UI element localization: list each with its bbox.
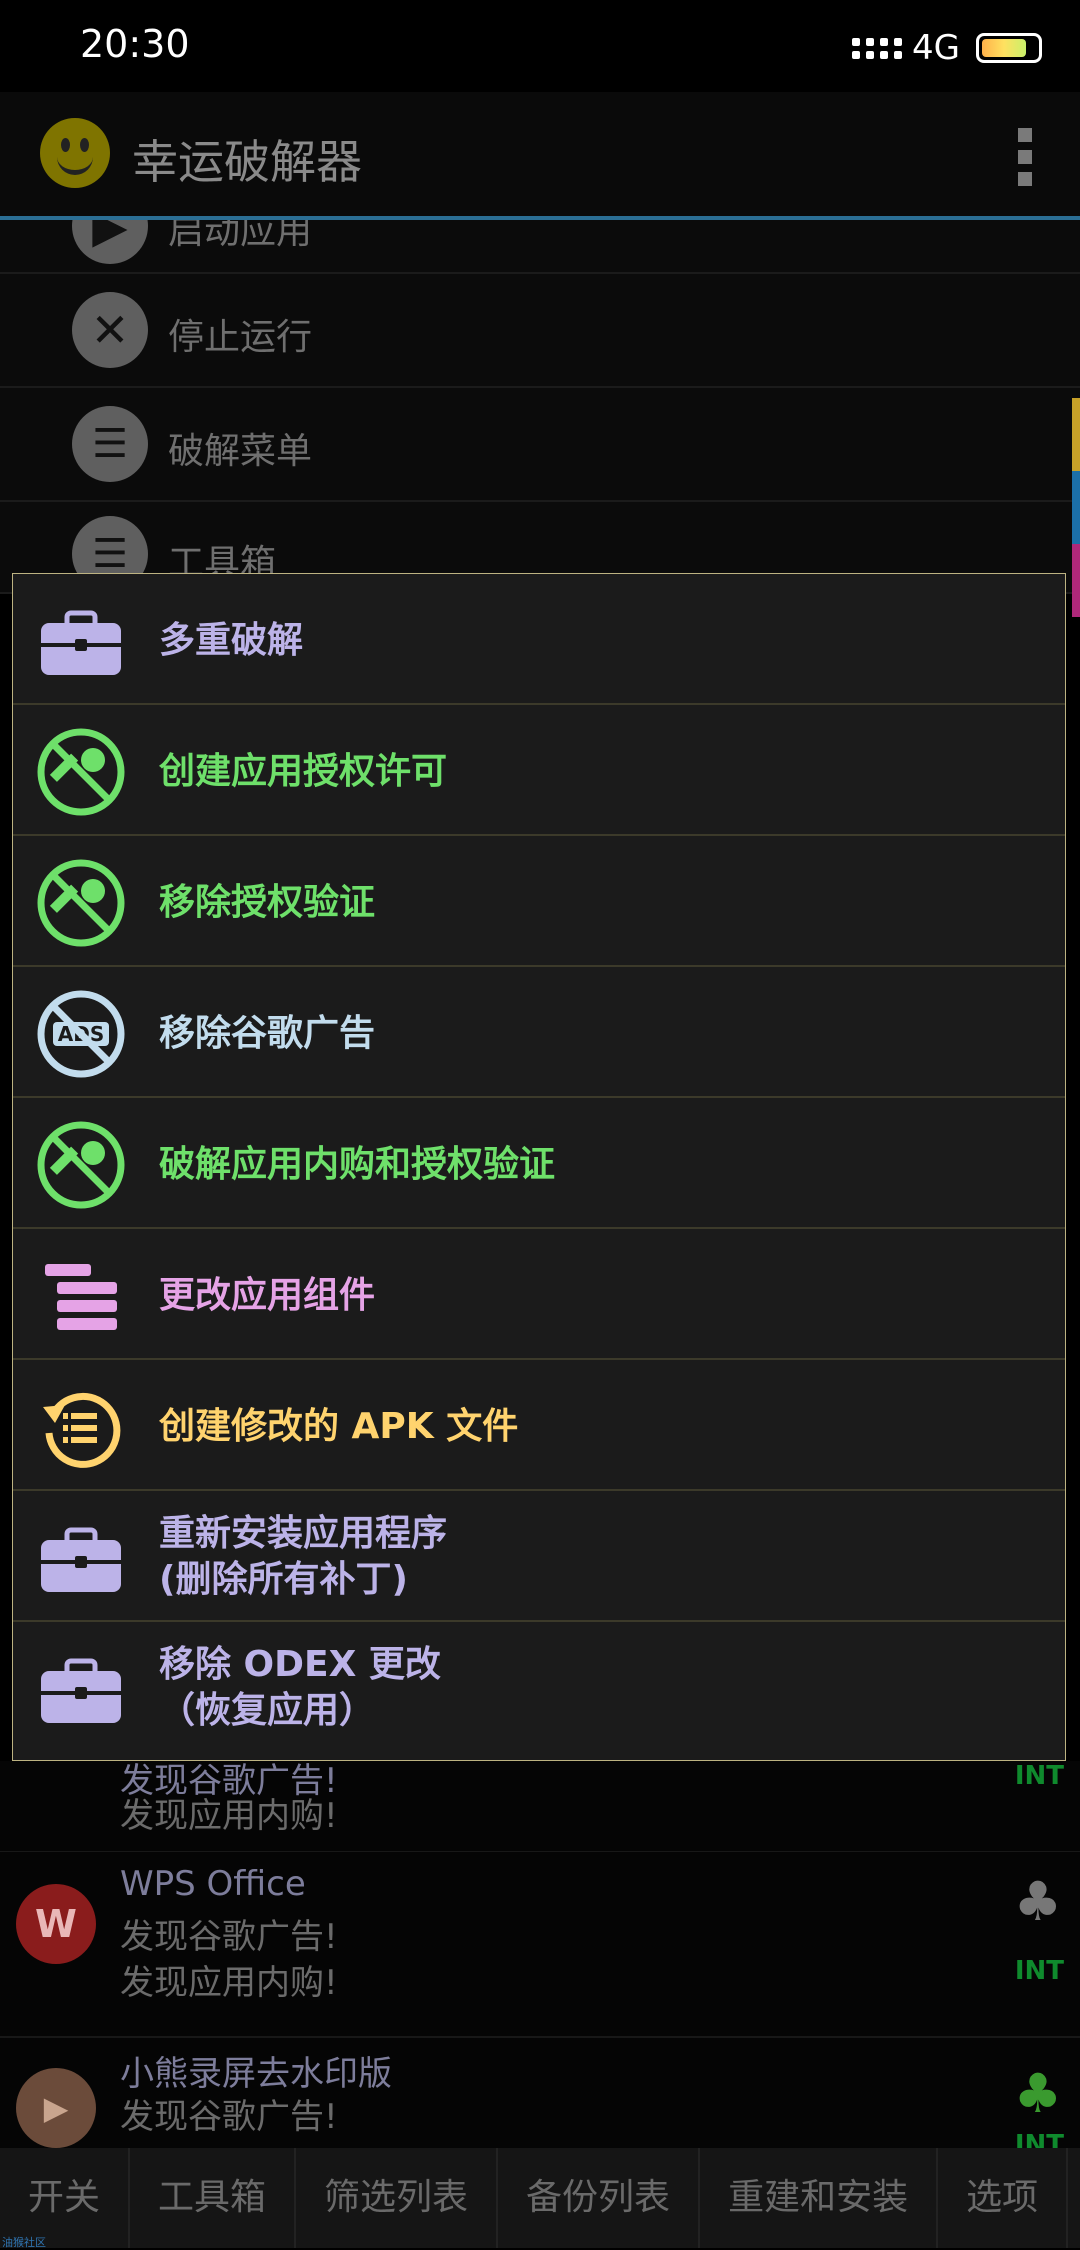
menu-item-create-license[interactable]: 创建应用授权许可 <box>13 705 1065 836</box>
tab-options[interactable]: 选项 <box>938 2148 1069 2248</box>
no-key-icon <box>37 1121 125 1209</box>
menu-item-label: 重新安装应用程序 <box>159 1513 448 1554</box>
briefcase-icon <box>41 610 121 675</box>
menu-item-remove-license-check[interactable]: 移除授权验证 <box>13 836 1065 967</box>
menu-item-sublabel: （恢复应用） <box>159 1690 376 1731</box>
menu-item-multi-crack[interactable]: 多重破解 <box>13 574 1065 705</box>
menu-item-label: 破解应用内购和授权验证 <box>159 1144 556 1185</box>
lucky-face-logo-icon <box>40 118 110 188</box>
status-bar: 20:30 4G <box>0 0 1080 92</box>
clover-icon: ♣ <box>1013 2062 1062 2125</box>
bg-menu-label: 启动应用 <box>168 220 313 252</box>
signal-icon <box>852 37 903 59</box>
overflow-menu-icon[interactable] <box>1018 128 1032 186</box>
components-list-icon <box>45 1264 117 1330</box>
wps-app-icon: W <box>16 1884 96 1964</box>
int-badge: INT <box>1014 1761 1064 1791</box>
menu-item-label: 创建应用授权许可 <box>159 751 448 792</box>
tab-switch[interactable]: 开关 <box>0 2148 131 2248</box>
bg-menu-item-crack-menu: ☰ 破解菜单 <box>0 388 1080 502</box>
status-icons: 4G <box>852 28 1042 68</box>
app-name: 小熊录屏去水印版 <box>120 2054 392 2094</box>
list-icon: ☰ <box>72 406 148 482</box>
menu-item-label: 移除授权验证 <box>159 882 376 923</box>
menu-item-change-components[interactable]: 更改应用组件 <box>13 1229 1065 1360</box>
status-time: 20:30 <box>80 22 190 66</box>
bottom-tab-bar: 开关 工具箱 筛选列表 备份列表 重建和安装 选项 <box>0 2148 1080 2248</box>
app-description: 发现谷歌广告! <box>120 2097 338 2137</box>
app-description: 发现谷歌广告! <box>120 1917 338 1957</box>
side-color-bars <box>1072 398 1080 618</box>
menu-item-sublabel: (删除所有补丁) <box>159 1559 408 1600</box>
menu-item-crack-iap-license[interactable]: 破解应用内购和授权验证 <box>13 1098 1065 1229</box>
tab-filter-list[interactable]: 筛选列表 <box>296 2148 499 2248</box>
play-icon: ▶ <box>72 220 148 264</box>
briefcase-icon <box>41 1527 121 1592</box>
tab-toolbox[interactable]: 工具箱 <box>130 2148 297 2248</box>
no-key-icon <box>37 859 125 947</box>
menu-item-reinstall-app[interactable]: 重新安装应用程序 (删除所有补丁) <box>13 1491 1065 1622</box>
toolbox-dialog: 多重破解 创建应用授权许可 移除授权验证 ADS 移除谷歌广告 <box>12 573 1066 1761</box>
list-item: 发现谷歌广告! 发现应用内购! INT <box>0 1761 1080 1853</box>
bg-menu-item-stop: ✕ 停止运行 <box>0 274 1080 388</box>
battery-icon <box>976 33 1042 63</box>
app-description: 发现应用内购! <box>120 1796 338 1836</box>
menu-item-label: 创建修改的 APK 文件 <box>159 1406 519 1447</box>
bg-menu-label: 破解菜单 <box>168 431 313 472</box>
tab-rebuild-install[interactable]: 重建和安装 <box>700 2148 939 2248</box>
list-item-screen-recorder[interactable]: ▶ 小熊录屏去水印版 发现谷歌广告! ♣ INT <box>0 2038 1080 2150</box>
bg-menu-item-launch: ▶ 启动应用 <box>0 220 1080 274</box>
tab-backup-list[interactable]: 备份列表 <box>498 2148 701 2248</box>
network-type: 4G <box>912 28 960 68</box>
list-item-wps[interactable]: W WPS Office 发现谷歌广告! 发现应用内购! ♣ INT <box>0 1852 1080 2038</box>
rebuild-list-icon <box>43 1392 121 1468</box>
recorder-app-icon: ▶ <box>16 2068 96 2148</box>
menu-item-remove-google-ads[interactable]: ADS 移除谷歌广告 <box>13 967 1065 1098</box>
app-title: 幸运破解器 <box>132 135 362 189</box>
menu-item-label: 多重破解 <box>159 620 304 661</box>
close-icon: ✕ <box>72 292 148 368</box>
briefcase-icon <box>41 1658 121 1723</box>
menu-item-label: 移除 ODEX 更改 <box>159 1644 441 1685</box>
no-ads-icon: ADS <box>37 990 125 1078</box>
app-name: WPS Office <box>120 1864 306 1904</box>
bg-menu-label: 停止运行 <box>168 317 313 358</box>
menu-item-create-modified-apk[interactable]: 创建修改的 APK 文件 <box>13 1360 1065 1491</box>
app-bar: 幸运破解器 <box>0 92 1080 220</box>
menu-item-remove-odex[interactable]: 移除 ODEX 更改 （恢复应用） <box>13 1622 1065 1753</box>
menu-item-label: 更改应用组件 <box>159 1275 376 1316</box>
clover-icon: ♣ <box>1013 1870 1062 1933</box>
int-badge: INT <box>1014 2130 1064 2150</box>
int-badge: INT <box>1014 1956 1064 1986</box>
menu-item-label: 移除谷歌广告 <box>159 1013 376 1054</box>
no-key-icon <box>37 728 125 816</box>
app-description: 发现应用内购! <box>120 1963 338 2003</box>
